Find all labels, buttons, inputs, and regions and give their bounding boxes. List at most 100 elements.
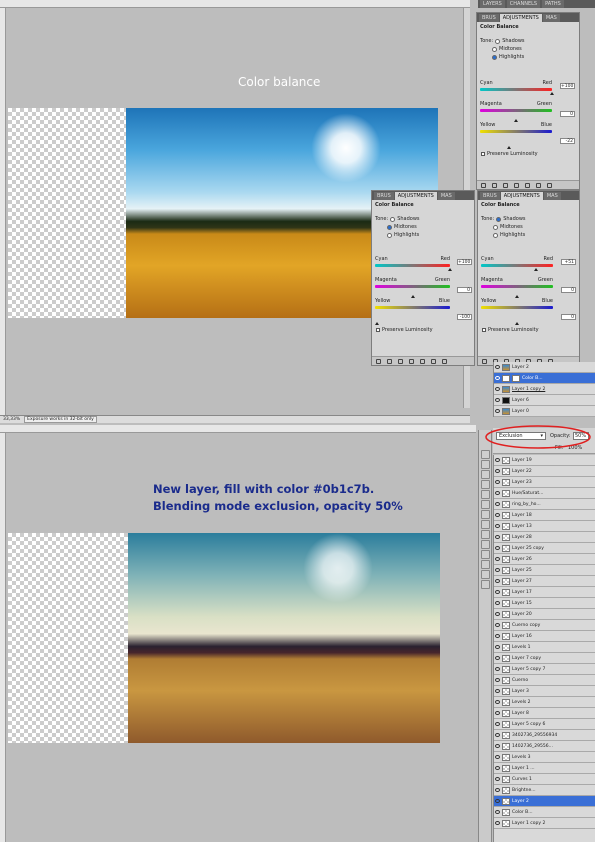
layer-row[interactable]: Layer 20	[494, 609, 595, 620]
eye-icon[interactable]	[495, 810, 500, 814]
tab-adjustments[interactable]: ADJUSTMENTS	[499, 14, 542, 22]
slider-knob[interactable]	[515, 295, 519, 298]
radio-highlights[interactable]	[492, 54, 497, 60]
tab-layers[interactable]: LAYERS	[480, 0, 505, 8]
layer-row[interactable]: Hue/Saturat...	[494, 488, 595, 499]
layer-row[interactable]: Layer 1 ...	[494, 763, 595, 774]
eye-icon[interactable]	[495, 480, 500, 484]
layer-row[interactable]: Layer 26	[494, 554, 595, 565]
actions-icon[interactable]	[480, 460, 490, 469]
preserve-checkbox[interactable]	[376, 328, 380, 332]
layer-row[interactable]: Layer 25	[494, 565, 595, 576]
styles-icon[interactable]	[480, 480, 490, 489]
eye-icon[interactable]	[495, 458, 500, 462]
eye-icon[interactable]	[495, 766, 500, 770]
tab-brushes[interactable]: BRUS	[480, 192, 500, 200]
layer-row[interactable]: Cuerno	[494, 675, 595, 686]
eye-icon[interactable]	[495, 409, 500, 413]
eye-icon[interactable]	[495, 645, 500, 649]
layer-row[interactable]: Layer 5 copy 6	[494, 719, 595, 730]
layer-row[interactable]: ring_by_ho...	[494, 499, 595, 510]
yellow-blue-value[interactable]: 0	[561, 314, 576, 320]
slider-knob[interactable]	[550, 92, 554, 95]
eye-icon[interactable]	[495, 799, 500, 803]
preserve-checkbox[interactable]	[481, 152, 485, 156]
eye-icon[interactable]	[495, 733, 500, 737]
tab-brushes[interactable]: BRUS	[374, 192, 394, 200]
eye-icon[interactable]	[495, 755, 500, 759]
eye-icon[interactable]	[495, 568, 500, 572]
animation-icon[interactable]	[480, 580, 490, 589]
layer-row[interactable]: Layer 22	[494, 466, 595, 477]
info-icon[interactable]	[480, 490, 490, 499]
eye-icon[interactable]	[495, 689, 500, 693]
layer-row[interactable]: Layer 5 copy 7	[494, 664, 595, 675]
layer-row[interactable]: Levels 2	[494, 697, 595, 708]
tab-brushes[interactable]: BRUS	[479, 14, 499, 22]
eye-icon[interactable]	[495, 546, 500, 550]
layer-row[interactable]: 1402736_29556...	[494, 741, 595, 752]
eye-icon[interactable]	[495, 387, 500, 391]
back-icon[interactable]	[376, 358, 381, 364]
eye-icon[interactable]	[495, 601, 500, 605]
previous-state-icon[interactable]	[525, 182, 530, 188]
radio-highlights[interactable]	[493, 232, 498, 238]
visibility-icon[interactable]	[409, 358, 414, 364]
eye-icon[interactable]	[495, 376, 500, 380]
layer-row[interactable]: Layer 1 copy 2	[494, 818, 595, 829]
slider-knob[interactable]	[515, 322, 519, 325]
3d-icon[interactable]	[480, 560, 490, 569]
layer-row[interactable]: Layer 19	[494, 455, 595, 466]
eye-icon[interactable]	[495, 524, 500, 528]
brush-icon[interactable]	[480, 520, 490, 529]
eye-icon[interactable]	[495, 788, 500, 792]
yellow-blue-slider[interactable]	[481, 306, 553, 309]
radio-midtones[interactable]	[493, 224, 498, 230]
layer-row[interactable]: Layer 25 copy	[494, 543, 595, 554]
slider-knob[interactable]	[514, 119, 518, 122]
tab-masks[interactable]: MAS	[542, 14, 560, 22]
eye-icon[interactable]	[495, 667, 500, 671]
eye-icon[interactable]	[495, 513, 500, 517]
radio-highlights[interactable]	[387, 232, 392, 238]
layer-row[interactable]: Brightne...	[494, 785, 595, 796]
previous-state-icon[interactable]	[420, 358, 425, 364]
cyan-red-slider[interactable]	[480, 88, 552, 91]
magenta-green-slider[interactable]	[375, 285, 450, 288]
back-icon[interactable]	[482, 358, 487, 364]
cyan-red-value[interactable]: +100	[457, 259, 472, 265]
magenta-green-slider[interactable]	[481, 285, 553, 288]
magenta-green-value[interactable]: 0	[560, 111, 575, 117]
reset-icon[interactable]	[431, 358, 436, 364]
layer-row[interactable]: Layer 15	[494, 598, 595, 609]
layer-row[interactable]: Layer 28	[494, 532, 595, 543]
eye-icon[interactable]	[495, 535, 500, 539]
yellow-blue-value[interactable]: -100	[457, 314, 472, 320]
eye-icon[interactable]	[495, 711, 500, 715]
radio-shadows[interactable]	[495, 38, 501, 44]
layer-row[interactable]: Color B...	[494, 807, 595, 818]
radio-shadows[interactable]	[390, 216, 396, 222]
layer-row[interactable]: 3402736_29556934	[494, 730, 595, 741]
clone-source-icon[interactable]	[480, 530, 490, 539]
eye-icon[interactable]	[495, 365, 500, 369]
history-icon[interactable]	[480, 450, 490, 459]
slider-knob[interactable]	[411, 295, 415, 298]
eye-icon[interactable]	[495, 821, 500, 825]
cyan-red-value[interactable]: +100	[560, 83, 575, 89]
eye-icon[interactable]	[495, 579, 500, 583]
radio-midtones[interactable]	[492, 46, 497, 52]
reset-icon[interactable]	[536, 182, 541, 188]
magenta-green-slider[interactable]	[480, 109, 552, 112]
swatches-icon[interactable]	[480, 470, 490, 479]
eye-icon[interactable]	[495, 722, 500, 726]
layer-row[interactable]: Layer 27	[494, 576, 595, 587]
paragraph-icon[interactable]	[480, 510, 490, 519]
eye-icon[interactable]	[495, 590, 500, 594]
eye-icon[interactable]	[495, 744, 500, 748]
delete-icon[interactable]	[442, 358, 447, 364]
slider-knob[interactable]	[507, 146, 511, 149]
radio-shadows[interactable]	[496, 216, 502, 222]
tab-adjustments[interactable]: ADJUSTMENTS	[500, 192, 543, 200]
slider-knob[interactable]	[448, 268, 452, 271]
